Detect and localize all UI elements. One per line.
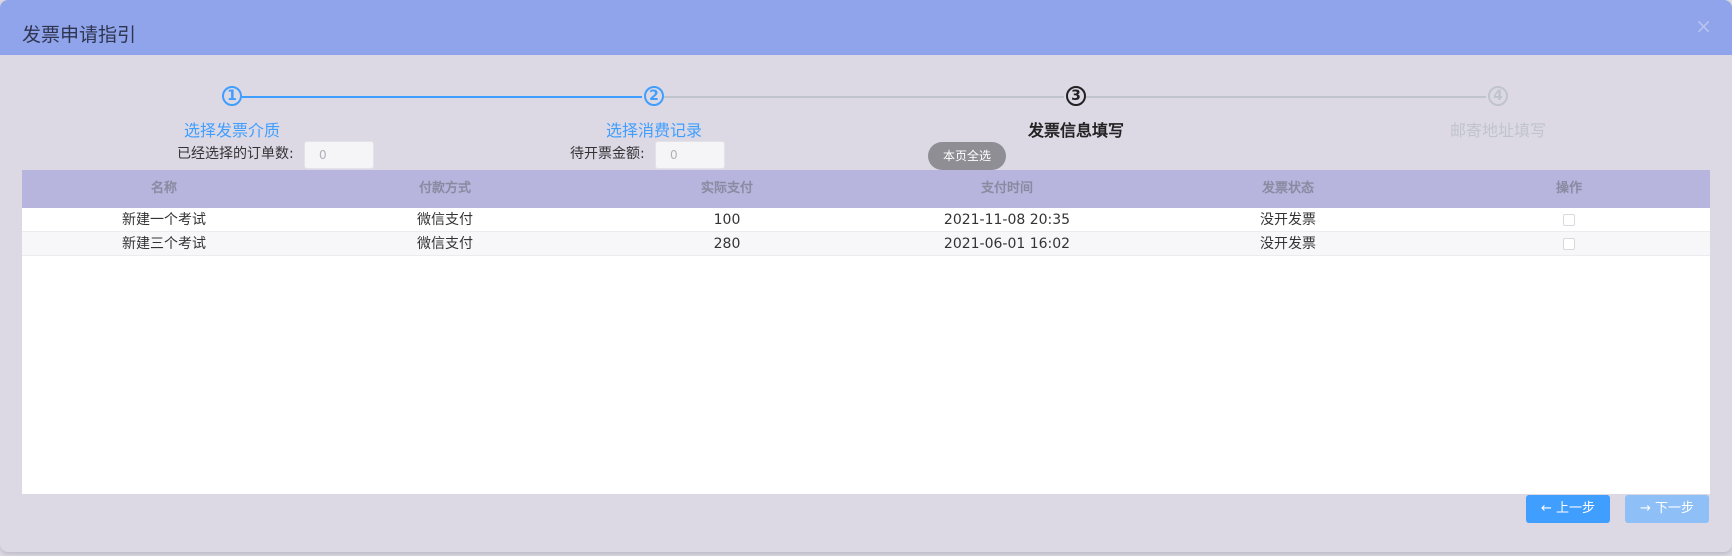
table-row: 新建一个考试 微信支付 100 2021-11-08 20:35 没开发票 xyxy=(22,208,1710,232)
orders-selected-label: 已经选择的订单数: xyxy=(177,146,294,162)
row-select-checkbox[interactable] xyxy=(1563,214,1575,226)
column-header-name: 名称 xyxy=(150,181,178,196)
next-step-button[interactable]: → 下一步 xyxy=(1625,495,1709,523)
step-connector-1-2 xyxy=(242,96,642,98)
prev-step-button[interactable]: ← 上一步 xyxy=(1526,495,1610,523)
cell-amount: 100 xyxy=(713,212,741,228)
cell-name: 新建一个考试 xyxy=(122,212,206,228)
column-header-amount: 实际支付 xyxy=(700,181,754,196)
cell-pay-time: 2021-11-08 20:35 xyxy=(943,212,1071,228)
column-header-pay-method: 付款方式 xyxy=(418,181,472,196)
cell-pay-method: 微信支付 xyxy=(417,212,473,228)
orders-selected-field[interactable]: 0 xyxy=(304,141,374,169)
step-3-label: 发票信息填写 xyxy=(1027,121,1125,140)
step-2-label: 选择消费记录 xyxy=(605,121,703,140)
step-2-circle: 2 xyxy=(644,86,664,106)
invoice-guide-dialog: 发票申请指引 × 1 选择发票介质 2 选择消费记录 3 发票信息填写 4 邮寄… xyxy=(0,0,1732,552)
cell-name: 新建三个考试 xyxy=(122,236,206,252)
step-3-circle: 3 xyxy=(1066,86,1086,106)
table-header: 名称 付款方式 实际支付 支付时间 发票状态 操作 xyxy=(22,170,1710,208)
step-connector-3-4 xyxy=(1086,96,1486,98)
amount-label: 待开票金额: xyxy=(570,146,645,162)
step-1-label: 选择发票介质 xyxy=(183,121,281,140)
dialog-header: 发票申请指引 × xyxy=(0,0,1732,55)
step-4-label: 邮寄地址填写 xyxy=(1449,121,1547,140)
row-select-checkbox[interactable] xyxy=(1563,238,1575,250)
column-header-invoice-status: 发票状态 xyxy=(1261,181,1315,196)
cell-invoice-status: 没开发票 xyxy=(1260,212,1316,228)
amount-field[interactable]: 0 xyxy=(655,141,725,169)
step-1-circle: 1 xyxy=(222,86,242,106)
cell-invoice-status: 没开发票 xyxy=(1260,236,1316,252)
table-row: 新建三个考试 微信支付 280 2021-06-01 16:02 没开发票 xyxy=(22,232,1710,256)
order-table: 名称 付款方式 实际支付 支付时间 发票状态 操作 新建一个考试 微信支付 10… xyxy=(22,170,1710,494)
select-all-page-button[interactable]: 本页全选 xyxy=(928,142,1006,170)
step-connector-2-3 xyxy=(664,96,1064,98)
cell-amount: 280 xyxy=(713,236,741,252)
step-4-circle: 4 xyxy=(1488,86,1508,106)
cell-pay-time: 2021-06-01 16:02 xyxy=(943,236,1071,252)
cell-pay-method: 微信支付 xyxy=(417,236,473,252)
close-icon[interactable]: × xyxy=(1695,16,1712,36)
dialog-title: 发票申请指引 xyxy=(22,24,137,46)
column-header-pay-time: 支付时间 xyxy=(980,181,1034,196)
column-header-action: 操作 xyxy=(1555,181,1583,196)
